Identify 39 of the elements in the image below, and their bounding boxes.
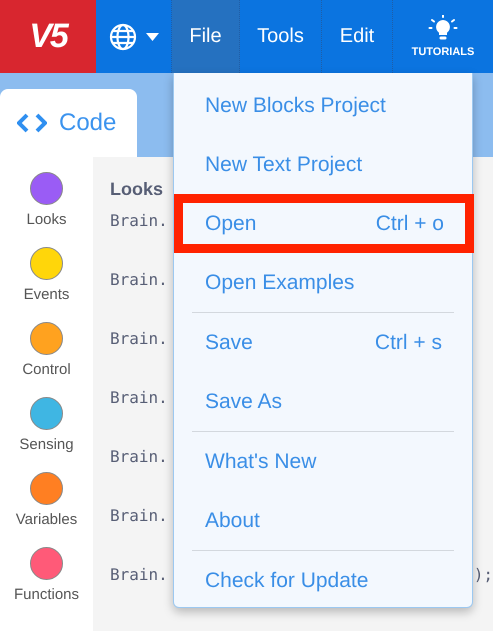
menu-item[interactable]: Save Ctrl + s bbox=[174, 313, 472, 372]
code-fragment: ); bbox=[474, 565, 493, 586]
code-line: Brain. bbox=[110, 211, 168, 232]
menu-item[interactable]: Save As bbox=[174, 372, 472, 431]
category-label[interactable]: Sensing bbox=[19, 436, 74, 453]
category-label[interactable]: Variables bbox=[16, 511, 78, 528]
menu-item[interactable]: What's New bbox=[174, 432, 472, 491]
category-dot[interactable] bbox=[30, 547, 63, 580]
logo[interactable]: V5 bbox=[0, 0, 96, 73]
caret-icon bbox=[146, 32, 159, 40]
code-tab[interactable]: Code bbox=[0, 89, 137, 157]
menu-item[interactable]: Open Ctrl + o bbox=[174, 194, 474, 253]
code-line: Brain. bbox=[110, 565, 168, 586]
globe-icon bbox=[108, 22, 138, 52]
code-icon bbox=[17, 113, 47, 133]
code-line: Brain. bbox=[110, 270, 168, 291]
category-dot[interactable] bbox=[30, 397, 63, 430]
menu-item[interactable]: New Text Project bbox=[174, 135, 472, 194]
category-dot[interactable] bbox=[30, 472, 63, 505]
menu-tab[interactable]: File bbox=[172, 0, 240, 73]
category-dot[interactable] bbox=[30, 172, 63, 205]
menu-item[interactable]: About bbox=[174, 491, 472, 550]
code-line: Brain. bbox=[110, 447, 168, 468]
category-label[interactable]: Looks bbox=[26, 211, 67, 228]
menu-item[interactable]: Open Examples bbox=[174, 253, 472, 312]
category-label[interactable]: Events bbox=[24, 286, 70, 303]
menu-item[interactable]: New Blocks Project bbox=[174, 76, 472, 135]
code-line: Brain. bbox=[110, 329, 168, 350]
category-dot[interactable] bbox=[30, 247, 63, 280]
tutorials-button[interactable]: TUTORIALS bbox=[393, 0, 493, 73]
category-label[interactable]: Control bbox=[22, 361, 71, 378]
category-dot[interactable] bbox=[30, 322, 63, 355]
menu-item[interactable]: Check for Update bbox=[174, 551, 472, 610]
shortcut-label: Ctrl + s bbox=[374, 330, 442, 354]
category-label[interactable]: Functions bbox=[14, 586, 80, 603]
section-heading: Looks bbox=[110, 179, 164, 201]
code-line: Brain. bbox=[110, 388, 168, 409]
shortcut-label: Ctrl + o bbox=[376, 212, 444, 236]
code-line: Brain. bbox=[110, 506, 168, 527]
